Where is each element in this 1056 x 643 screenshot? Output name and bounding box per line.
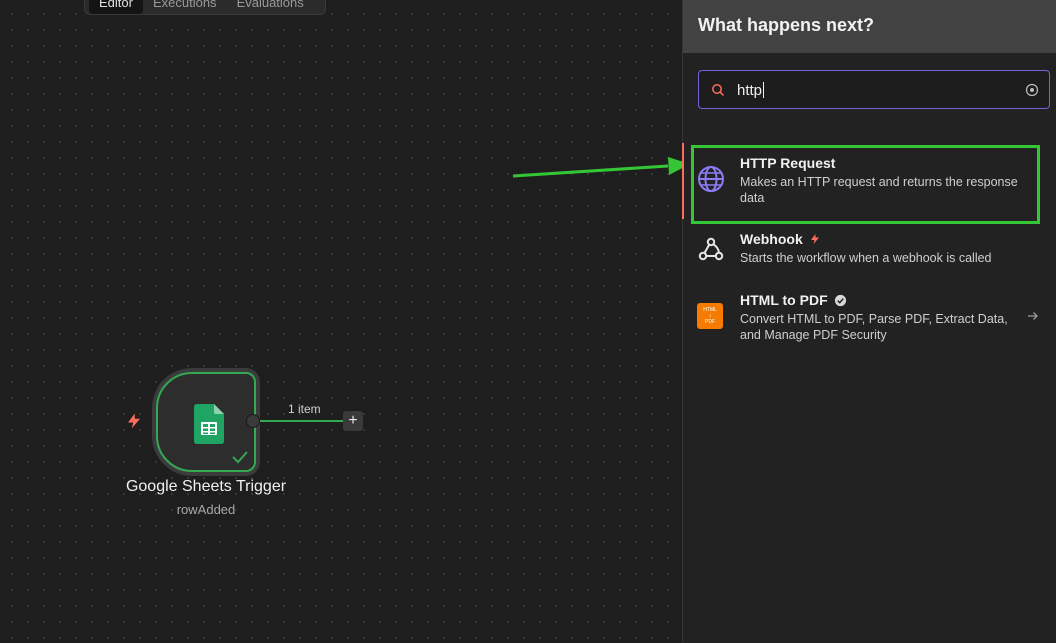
trigger-bolt-icon (128, 413, 140, 429)
webhook-icon (698, 237, 724, 261)
node-creator-panel: What happens next? http HTTP Request Mak… (682, 0, 1056, 643)
result-title: HTML to PDF (740, 292, 828, 308)
html-to-pdf-icon: HTML ↓ PDF (697, 303, 723, 329)
search-input[interactable]: http (698, 70, 1050, 109)
result-item-webhook[interactable]: Webhook Starts the workflow when a webho… (683, 228, 1056, 278)
tab-evaluations[interactable]: Evaluations (227, 0, 314, 14)
result-item-html-to-pdf[interactable]: HTML ↓ PDF HTML to PDF Convert HTML to P… (683, 289, 1056, 349)
search-icon (712, 84, 725, 97)
view-tabs: Editor Executions Evaluations (84, 0, 326, 15)
panel-title: What happens next? (698, 15, 875, 35)
html-pdf-icon-text-bottom: PDF (705, 319, 715, 325)
arrow-right-icon[interactable] (1027, 310, 1039, 322)
result-description: Convert HTML to PDF, Parse PDF, Extract … (740, 312, 1008, 342)
success-check-icon (232, 451, 248, 464)
result-title: Webhook (740, 231, 803, 247)
node-subtitle: rowAdded (176, 502, 236, 517)
result-description: Starts the workflow when a webhook is ca… (740, 251, 992, 265)
google-sheets-icon (194, 404, 224, 444)
google-sheets-trigger-node[interactable] (152, 368, 260, 476)
add-node-button[interactable]: + (343, 411, 363, 431)
annotation-highlight-box (691, 145, 1040, 224)
workflow-canvas[interactable]: Editor Executions Evaluations 1 item + G… (0, 0, 682, 643)
tab-editor[interactable]: Editor (89, 0, 143, 14)
panel-header: What happens next? (683, 0, 1056, 53)
node-title: Google Sheets Trigger (125, 478, 287, 495)
connection-line (260, 420, 344, 422)
clear-search-icon[interactable] (1025, 83, 1039, 97)
search-value: http (737, 82, 763, 99)
trigger-bolt-icon (810, 234, 819, 244)
connection-item-count: 1 item (288, 402, 321, 416)
node-output-handle[interactable] (246, 414, 260, 428)
verified-icon (834, 294, 846, 306)
tab-executions[interactable]: Executions (143, 0, 227, 14)
